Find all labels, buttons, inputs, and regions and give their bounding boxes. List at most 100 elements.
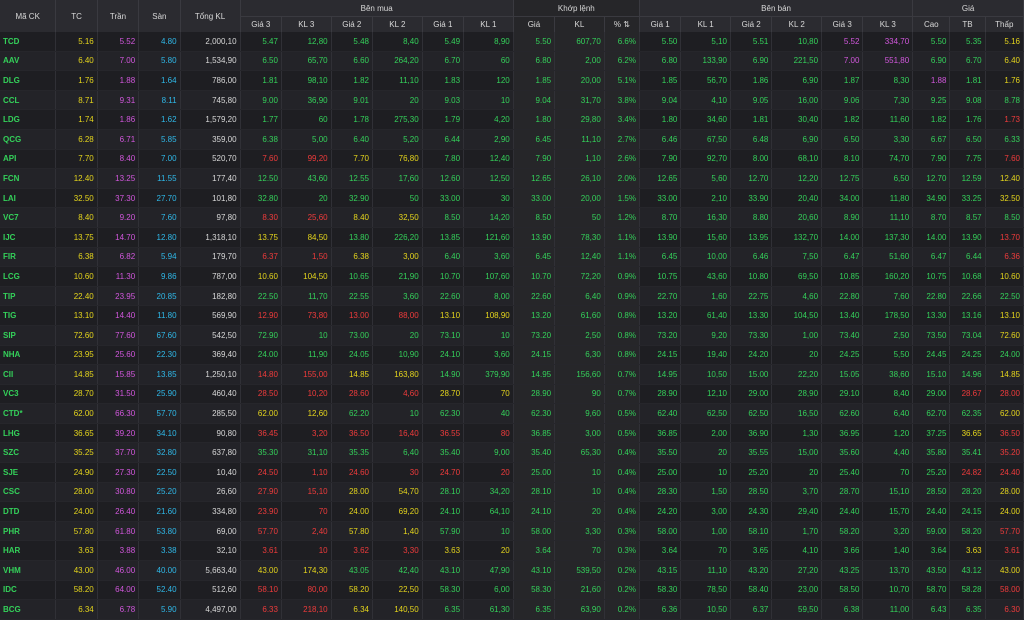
table-row[interactable]: VC3 28.70 31.50 25.90 460,40 28.50 10,20 28.60 4… bbox=[0, 384, 1024, 405]
cell-ask-vol1: 43,60 bbox=[680, 266, 731, 287]
table-row[interactable]: CII 14.85 15.85 13.85 1,250,10 14.80 155,00 14.… bbox=[0, 364, 1024, 385]
table-row[interactable]: HAR 3.63 3.88 3.38 32,10 3.61 10 3.62 3,30 3.63 20… bbox=[0, 540, 1024, 562]
table-row[interactable]: BCG 6.34 6.78 5.90 4,497,00 6.33 218,10 6.34 140… bbox=[0, 599, 1024, 620]
group-header-ask: Bên bán bbox=[639, 0, 914, 17]
cell-symbol[interactable]: LHG bbox=[0, 423, 57, 444]
cell-symbol[interactable]: VHM bbox=[0, 560, 57, 581]
table-row[interactable]: NHA 23.95 25.60 22.30 369,40 24.00 11,90 24.05 1… bbox=[0, 345, 1024, 366]
col-header-ask-vol1[interactable]: KL 1 bbox=[680, 16, 731, 32]
table-row[interactable]: IDC 58.20 64.00 52.40 512,60 58.10 80,00 58.20 2… bbox=[0, 580, 1024, 601]
col-header-ask-price1[interactable]: Giá 1 bbox=[639, 16, 682, 32]
table-row[interactable]: TIG 13.10 14.40 11.80 569,90 12.90 73,80 13.00 8… bbox=[0, 305, 1024, 326]
cell-symbol[interactable]: AAV bbox=[0, 51, 57, 72]
col-header-match-volume[interactable]: KL bbox=[554, 16, 605, 32]
table-row[interactable]: DLG 1.76 1.88 1.64 786,00 1.81 98,10 1.82 11,10 1… bbox=[0, 70, 1024, 91]
table-row[interactable]: VC7 8.40 9.20 7.60 97,80 8.30 25,60 8.40 32,50 8.… bbox=[0, 207, 1024, 228]
col-header-match-price[interactable]: Giá bbox=[513, 16, 556, 32]
sort-arrows-icon[interactable]: ⇅ bbox=[623, 20, 630, 29]
col-header-total-volume[interactable]: Tổng KL bbox=[180, 0, 241, 32]
table-row[interactable]: LCG 10.60 11.30 9.86 787,00 10.60 104,50 10.65 2… bbox=[0, 266, 1024, 287]
table-row[interactable]: SIP 72.60 77.60 67.60 542,50 72.90 10 73.00 20 73… bbox=[0, 325, 1024, 346]
cell-symbol[interactable]: TCD bbox=[0, 32, 57, 52]
col-header-bid-price3[interactable]: Giá 3 bbox=[240, 16, 282, 32]
cell-ask-vol3: 11,10 bbox=[862, 207, 914, 228]
cell-symbol[interactable]: API bbox=[0, 149, 57, 170]
cell-symbol[interactable]: IDC bbox=[0, 580, 57, 601]
col-header-bid-price1[interactable]: Giá 1 bbox=[422, 16, 465, 32]
cell-ask-price2: 13.30 bbox=[730, 305, 773, 326]
cell-symbol[interactable]: SJE bbox=[0, 462, 57, 483]
cell-bid-vol1: 14,20 bbox=[463, 207, 514, 228]
table-row[interactable]: API 7.70 8.40 7.00 520,70 7.60 99,20 7.70 76,80 7… bbox=[0, 149, 1024, 170]
col-header-ask-vol3[interactable]: KL 3 bbox=[862, 16, 914, 32]
table-row[interactable]: LHG 36.65 39.20 34.10 90,80 36.45 3,20 36.50 16,… bbox=[0, 423, 1024, 444]
col-header-ceiling[interactable]: Trần bbox=[97, 0, 140, 32]
cell-reference: 6.38 bbox=[55, 247, 98, 268]
table-row[interactable]: SZC 35.25 37.70 32.80 637,80 35.30 31,10 35.35 6… bbox=[0, 442, 1024, 464]
col-header-bid-price2[interactable]: Giá 2 bbox=[331, 16, 374, 32]
cell-average: 36.65 bbox=[949, 423, 986, 444]
col-header-low[interactable]: Thấp bbox=[985, 16, 1024, 32]
col-header-ask-price2[interactable]: Giá 2 bbox=[730, 16, 773, 32]
cell-ceiling: 37.30 bbox=[97, 188, 140, 209]
col-header-ask-price3[interactable]: Giá 3 bbox=[821, 16, 864, 32]
col-header-average[interactable]: TB bbox=[949, 16, 986, 32]
cell-reference: 58.20 bbox=[55, 580, 98, 601]
cell-symbol[interactable]: TIG bbox=[0, 305, 57, 326]
cell-symbol[interactable]: LCG bbox=[0, 266, 57, 287]
table-row[interactable]: FCN 12.40 13.25 11.55 177,40 12.50 43,60 12.55 1… bbox=[0, 168, 1024, 189]
col-header-reference[interactable]: TC bbox=[55, 0, 98, 32]
cell-symbol[interactable]: CII bbox=[0, 364, 57, 385]
col-header-ask-vol2[interactable]: KL 2 bbox=[771, 16, 823, 32]
col-header-symbol[interactable]: Mã CK bbox=[0, 0, 57, 32]
cell-symbol[interactable]: CSC bbox=[0, 482, 57, 503]
table-row[interactable]: TIP 22.40 23.95 20.85 182,80 22.50 11,70 22.55 3… bbox=[0, 286, 1024, 307]
cell-match-percent: 3.4% bbox=[604, 109, 640, 130]
table-row[interactable]: QCG 6.28 6.71 5.85 359,00 6.38 5,00 6.40 5,20 6.4… bbox=[0, 129, 1024, 150]
table-row[interactable]: CTD* 62.00 66.30 57.70 285,50 62.00 12,60 62.20… bbox=[0, 403, 1024, 424]
cell-symbol[interactable]: VC7 bbox=[0, 207, 57, 228]
table-row[interactable]: VHM 43.00 46.00 40.00 5,663,40 43.00 174,30 43.… bbox=[0, 560, 1024, 581]
cell-ceiling: 8.40 bbox=[97, 149, 140, 170]
cell-symbol[interactable]: LDG bbox=[0, 109, 57, 130]
col-header-high[interactable]: Cao bbox=[912, 16, 951, 32]
cell-symbol[interactable]: NHA bbox=[0, 345, 57, 366]
table-row[interactable]: LDG 1.74 1.86 1.62 1,579,20 1.77 60 1.78 275,30 1… bbox=[0, 109, 1024, 130]
cell-symbol[interactable]: QCG bbox=[0, 129, 57, 150]
col-header-bid-vol3[interactable]: KL 3 bbox=[281, 16, 332, 32]
cell-symbol[interactable]: LAI bbox=[0, 188, 57, 209]
table-row[interactable]: CCL 8.71 9.31 8.11 745,80 9.00 36,90 9.01 20 9.03… bbox=[0, 90, 1024, 111]
cell-bid-price3: 5.47 bbox=[240, 32, 282, 52]
cell-bid-vol3: 10,20 bbox=[281, 384, 332, 405]
cell-symbol[interactable]: FIR bbox=[0, 247, 57, 268]
cell-symbol[interactable]: IJC bbox=[0, 227, 57, 248]
cell-symbol[interactable]: HAR bbox=[0, 540, 57, 562]
table-row[interactable]: CSC 28.00 30.80 25.20 26,60 27.90 15,10 28.00 54… bbox=[0, 482, 1024, 503]
cell-symbol[interactable]: TIP bbox=[0, 286, 57, 307]
col-header-bid-vol1[interactable]: KL 1 bbox=[463, 16, 514, 32]
col-header-floor[interactable]: Sàn bbox=[138, 0, 181, 32]
cell-match-volume: 29,80 bbox=[554, 109, 605, 130]
cell-match-percent: 0.4% bbox=[604, 462, 640, 483]
cell-symbol[interactable]: CCL bbox=[0, 90, 57, 111]
table-row[interactable]: LAI 32.50 37.30 27.70 101,80 32.80 20 32.90 50 33… bbox=[0, 188, 1024, 209]
cell-symbol[interactable]: BCG bbox=[0, 599, 57, 620]
table-row[interactable]: IJC 13.75 14.70 12.80 1,318,10 13.75 84,50 13.8… bbox=[0, 227, 1024, 248]
cell-symbol[interactable]: FCN bbox=[0, 168, 57, 189]
table-row[interactable]: FIR 6.38 6.82 5.94 179,70 6.37 1,50 6.38 3,00 6.4… bbox=[0, 247, 1024, 268]
cell-symbol[interactable]: PHR bbox=[0, 521, 57, 542]
table-row[interactable]: SJE 24.90 27.30 22.50 10,40 24.50 1,10 24.60 30 2… bbox=[0, 462, 1024, 483]
table-row[interactable]: PHR 57.80 61.80 53.80 69,00 57.70 2,40 57.80 1,4… bbox=[0, 521, 1024, 542]
cell-symbol[interactable]: CTD* bbox=[0, 403, 57, 424]
table-row[interactable]: TCD 5.16 5.52 4.80 2,000,10 5.47 12,80 5.48 8,40… bbox=[0, 32, 1024, 52]
cell-symbol[interactable]: SIP bbox=[0, 325, 57, 346]
cell-symbol[interactable]: VC3 bbox=[0, 384, 57, 405]
table-row[interactable]: AAV 6.40 7.00 5.80 1,534,90 6.50 65,70 6.60 264,… bbox=[0, 51, 1024, 72]
cell-average: 28.20 bbox=[949, 482, 986, 503]
cell-average: 10.68 bbox=[949, 266, 986, 287]
col-header-bid-vol2[interactable]: KL 2 bbox=[372, 16, 423, 32]
cell-bid-price3: 3.61 bbox=[240, 540, 282, 562]
cell-symbol[interactable]: SZC bbox=[0, 442, 57, 464]
col-header-match-percent[interactable]: % ⇅ bbox=[604, 16, 640, 32]
cell-symbol[interactable]: DLG bbox=[0, 70, 57, 91]
